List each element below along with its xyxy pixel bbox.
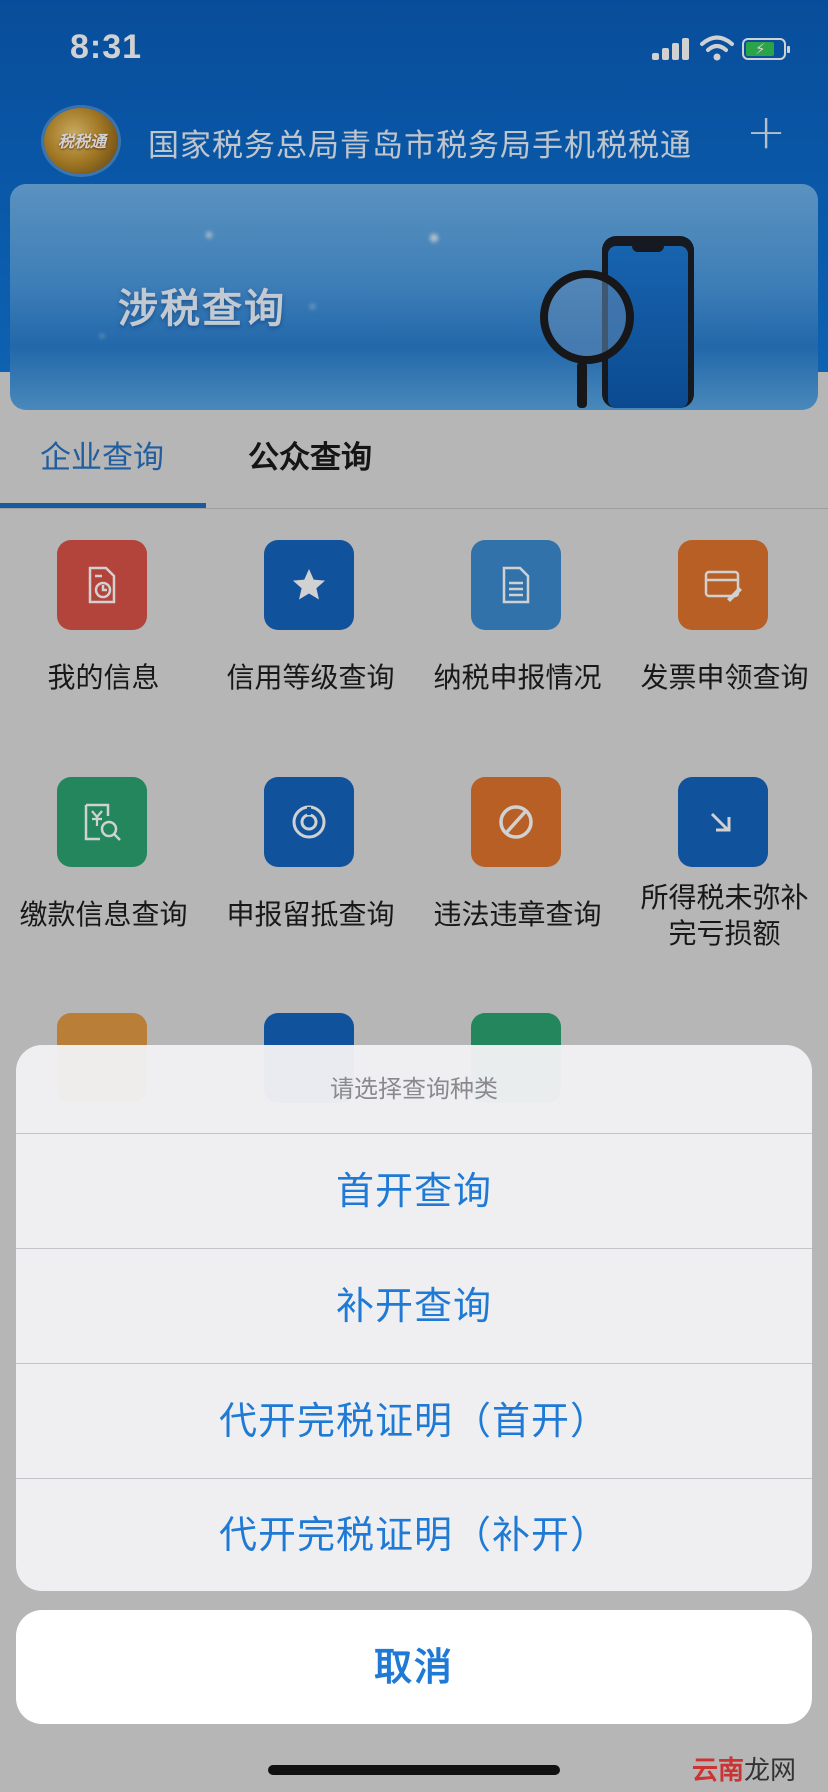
watermark: 云南龙网 bbox=[692, 1756, 797, 1786]
cancel-button[interactable]: 取消 bbox=[16, 1610, 812, 1724]
home-indicator[interactable] bbox=[268, 1765, 560, 1775]
option-reissue-query[interactable]: 补开查询 bbox=[16, 1249, 812, 1363]
option-tax-certificate-reissue[interactable]: 代开完税证明（补开） bbox=[16, 1478, 812, 1591]
option-first-issue-query[interactable]: 首开查询 bbox=[16, 1134, 812, 1248]
option-tax-certificate-first[interactable]: 代开完税证明（首开） bbox=[16, 1364, 812, 1478]
action-sheet-title: 请选择查询种类 bbox=[330, 1075, 498, 1103]
action-sheet: 请选择查询种类 首开查询 补开查询 代开完税证明（首开） 代开完税证明（补开） bbox=[16, 1045, 812, 1591]
